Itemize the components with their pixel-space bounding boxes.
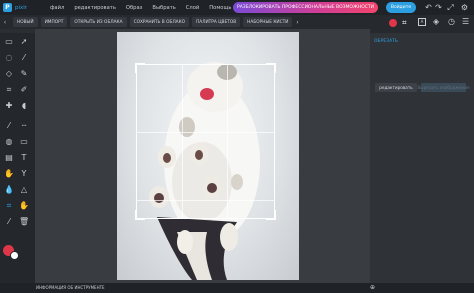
- chevron-right-icon[interactable]: ›: [292, 19, 302, 26]
- crop-tool-icon[interactable]: ⌗: [4, 85, 14, 95]
- crop-handle-bottom-left[interactable]: [135, 210, 145, 220]
- menu-file[interactable]: файл: [50, 5, 64, 11]
- dodge-icon[interactable]: ✋: [4, 169, 14, 179]
- background-color[interactable]: [10, 251, 19, 260]
- login-button[interactable]: Войдите: [386, 2, 416, 13]
- eraser-icon[interactable]: ◇: [4, 69, 14, 79]
- adjust-icon[interactable]: A: [418, 18, 426, 26]
- pencil-icon[interactable]: ✎: [19, 69, 29, 79]
- menu-help[interactable]: Помощь: [209, 5, 231, 11]
- tab-save-cloud[interactable]: СОХРАНИТЬ В ОБЛАКО: [129, 17, 190, 27]
- settings-icon[interactable]: ⚙: [460, 3, 469, 12]
- crop-frame[interactable]: [135, 63, 276, 220]
- crop-grid-line: [227, 65, 229, 218]
- sharpen-icon[interactable]: △: [19, 185, 29, 195]
- cut-image-button[interactable]: Вырезать изображение: [417, 83, 470, 92]
- menu-select[interactable]: Выбрать: [152, 5, 175, 11]
- crop-grid-line: [137, 199, 274, 201]
- crop-handle-bottom-right[interactable]: [266, 210, 276, 220]
- logo-text: pixlr: [15, 4, 28, 11]
- lasso-icon[interactable]: ◌: [4, 53, 14, 63]
- tab-open-cloud[interactable]: ОТКРЫТЬ ИЗ ОБЛАКА: [70, 17, 127, 27]
- pixlr-app: P pixlr файл редактировать Образ Выбрать…: [0, 0, 474, 293]
- properties-panel: ОБРЕЗАТЬ редактировать Вырезать изображе…: [370, 33, 474, 283]
- clone-icon[interactable]: ◍: [4, 137, 14, 147]
- tab-brushes[interactable]: НАБОРНЫЕ КИСТИ: [243, 17, 293, 27]
- shape-icon[interactable]: ▭: [19, 137, 29, 147]
- wand-icon[interactable]: ⁄: [19, 53, 29, 63]
- eyedropper-icon[interactable]: ⁄: [4, 121, 14, 131]
- color-picker-icon[interactable]: ⁄: [4, 217, 14, 227]
- redo-icon[interactable]: ↷: [434, 3, 443, 12]
- app-logo[interactable]: P pixlr: [0, 3, 40, 12]
- crop-grid-line: [182, 65, 184, 218]
- fill-icon[interactable]: ◖: [19, 101, 29, 111]
- history-icon[interactable]: ◷: [448, 17, 455, 26]
- line-icon[interactable]: ┄: [19, 121, 29, 131]
- trash-icon[interactable]: 🗑: [19, 217, 29, 227]
- layers-icon[interactable]: ◈: [433, 17, 439, 26]
- primary-color-swatch[interactable]: [389, 19, 397, 27]
- blur-icon[interactable]: 💧: [4, 185, 14, 195]
- panel-title: ОБРЕЗАТЬ: [374, 39, 398, 44]
- menu-bar: P pixlr файл редактировать Образ Выбрать…: [0, 0, 474, 15]
- tab-import[interactable]: ИМПОРТ: [40, 17, 68, 27]
- crop-handle-top-right[interactable]: [266, 63, 276, 73]
- tab-bar: ‹ НОВЫЙ ИМПОРТ ОТКРЫТЬ ИЗ ОБЛАКА СОХРАНИ…: [0, 15, 370, 29]
- undo-icon[interactable]: ↶: [424, 3, 433, 12]
- properties-icon[interactable]: ☰: [462, 17, 469, 26]
- marquee-icon[interactable]: ▭: [4, 37, 14, 47]
- menu-image[interactable]: Образ: [126, 5, 143, 11]
- hand-icon[interactable]: ✋: [19, 201, 29, 211]
- tab-color-palette[interactable]: ПАЛИТРА ЦВЕТОВ: [192, 17, 241, 27]
- arrange-icon[interactable]: ➚: [19, 37, 29, 47]
- tools-panel: ▭ ➚ ◌ ⁄ ◇ ✎ ⌗ ✐ ✚ ◖ ⁄ ┄ ◍ ▭ ▤ T ✋ Y 💧 △ …: [0, 33, 35, 283]
- liquify-icon[interactable]: Y: [19, 169, 29, 179]
- menu-layer[interactable]: Слой: [186, 5, 199, 11]
- panel-header: ⌗ A ◈ ◷ ☰: [370, 15, 474, 33]
- status-bar: ИНФОРМАЦИЯ ОБ ИНСТРУМЕНТЕ ⊕: [0, 283, 474, 293]
- crop-handle-top-left[interactable]: [135, 63, 145, 73]
- menu-edit[interactable]: редактировать: [74, 5, 116, 11]
- crop-grid-line: [137, 132, 274, 134]
- edit-button[interactable]: редактировать: [375, 83, 417, 92]
- chevron-left-icon[interactable]: ‹: [0, 19, 10, 26]
- gradient-icon[interactable]: ▤: [4, 153, 14, 163]
- text-icon[interactable]: T: [19, 153, 29, 163]
- logo-icon: P: [3, 3, 12, 12]
- unlock-pro-button[interactable]: РАЗБЛОКИРОВАТЬ ПРОФЕССИОНАЛЬНЫЕ ВОЗМОЖНО…: [233, 2, 378, 13]
- crop-active-icon[interactable]: ⌗: [4, 201, 14, 211]
- crop-icon[interactable]: ⌗: [402, 18, 407, 28]
- tab-new[interactable]: НОВЫЙ: [13, 17, 38, 27]
- tool-info-label[interactable]: ИНФОРМАЦИЯ ОБ ИНСТРУМЕНТЕ: [36, 285, 105, 290]
- brush-icon[interactable]: ✐: [19, 85, 29, 95]
- heal-icon[interactable]: ✚: [4, 101, 14, 111]
- fullscreen-icon[interactable]: ⤢: [446, 3, 455, 12]
- zoom-icon[interactable]: ⊕: [370, 284, 375, 291]
